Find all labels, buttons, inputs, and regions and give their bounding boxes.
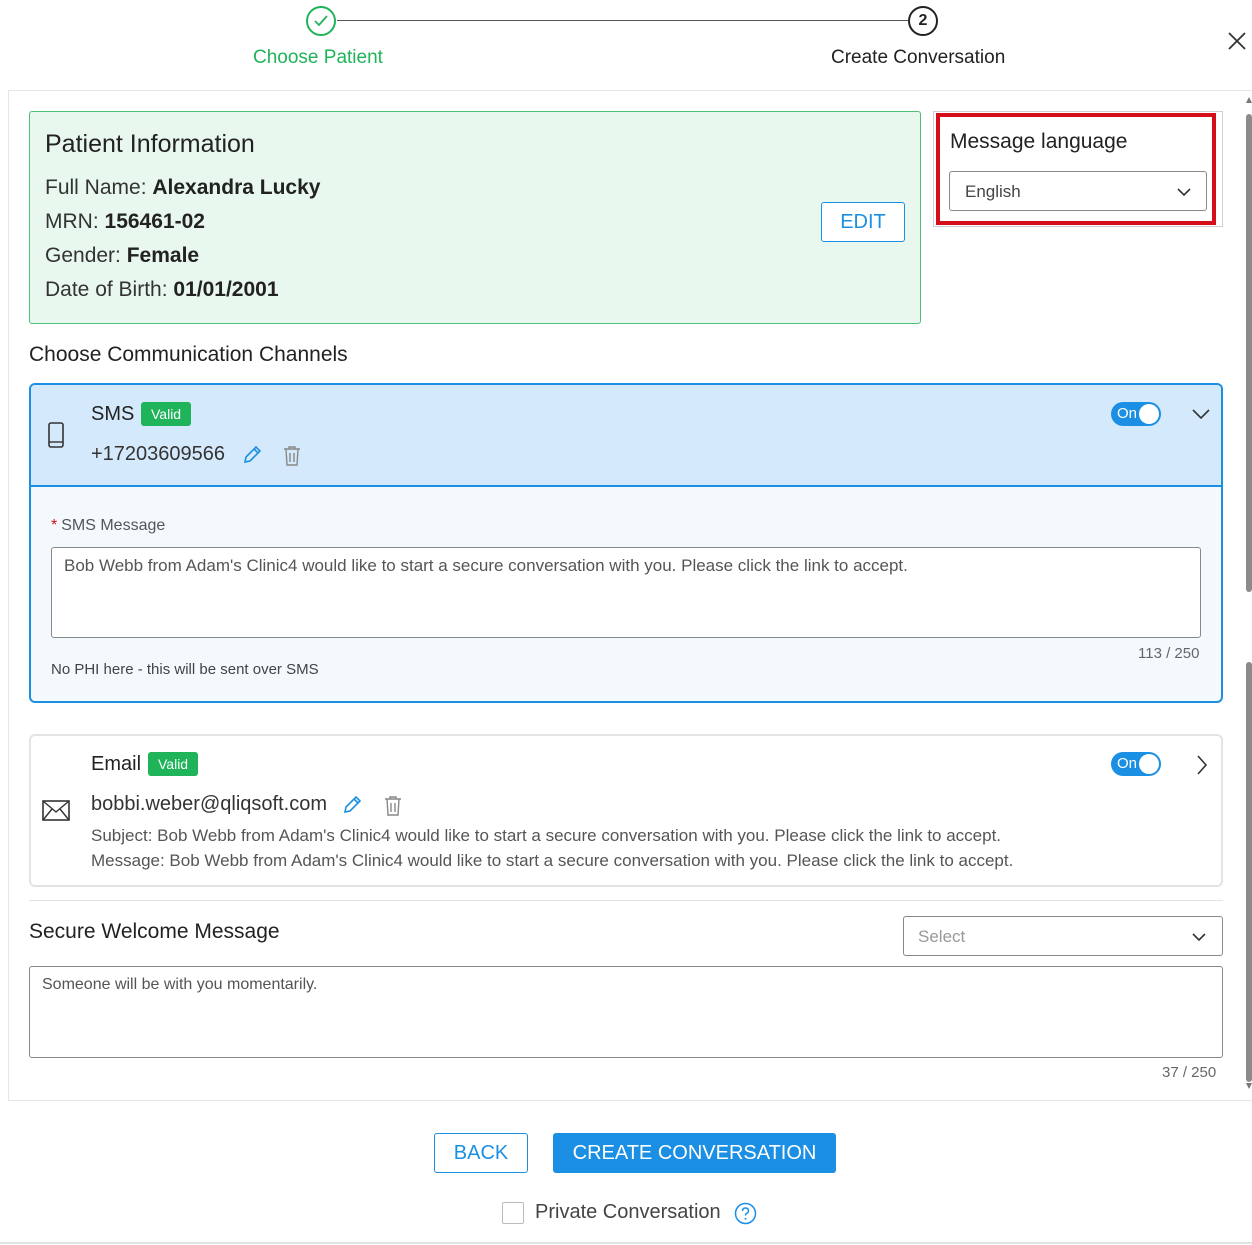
edit-patient-button[interactable]: EDIT [821,202,905,242]
sms-hint: No PHI here - this will be sent over SMS [51,661,319,678]
required-asterisk: * [51,517,58,534]
gender-value: Female [126,244,200,267]
welcome-message-counter: 37 / 250 [1162,1064,1217,1081]
chevron-right-icon[interactable] [1196,755,1208,775]
phone-icon [48,422,64,448]
channels-title: Choose Communication Channels [29,343,348,366]
full-name-label: Full Name: [45,176,147,199]
patient-gender-row: Gender: Female [45,244,199,268]
dob-value: 01/01/2001 [173,278,279,301]
step-2-number: 2 [908,6,938,36]
sms-phone-number: +17203609566 [91,443,226,465]
scroll-down-icon[interactable] [1246,1083,1252,1089]
sms-channel-header[interactable] [31,385,1221,487]
dob-label: Date of Birth: [45,278,168,301]
sms-message-label-text: SMS Message [61,517,166,534]
pencil-icon[interactable] [342,795,362,815]
help-icon[interactable] [734,1202,757,1225]
private-conversation-checkbox[interactable] [502,1202,524,1224]
message-language-value: English [965,182,1021,201]
welcome-message-select[interactable]: Select [903,916,1223,956]
welcome-select-placeholder: Select [918,927,966,946]
message-language-select[interactable]: English [949,171,1207,211]
sms-channel-card [29,383,1223,703]
toggle-knob [1139,404,1159,424]
divider [29,900,1223,901]
envelope-icon [42,800,70,821]
create-conversation-button[interactable]: CREATE CONVERSATION [553,1133,836,1173]
email-toggle[interactable]: On [1111,752,1161,776]
sms-valid-badge: Valid [141,402,192,426]
email-address: bobbi.weber@qliqsoft.com [91,793,327,815]
scrollbar-thumb[interactable] [1246,114,1252,592]
patient-full-name-row: Full Name: Alexandra Lucky [45,176,320,200]
mrn-label: MRN: [45,210,99,233]
email-subject: Subject: Bob Webb from Adam's Clinic4 wo… [91,826,1002,845]
chevron-down-icon [1177,188,1191,197]
patient-dob-row: Date of Birth: 01/01/2001 [45,278,279,302]
sms-toggle[interactable]: On [1111,402,1161,426]
patient-info-title: Patient Information [45,130,255,158]
patient-mrn-row: MRN: 156461-02 [45,210,205,234]
back-button[interactable]: BACK [434,1133,528,1173]
welcome-message-textarea[interactable]: Someone will be with you momentarily. [29,966,1223,1058]
close-icon[interactable] [1226,30,1248,52]
scroll-up-icon[interactable] [1246,97,1252,103]
chevron-down-icon[interactable] [1192,408,1210,420]
trash-icon[interactable] [283,445,301,466]
message-language-title: Message language [950,130,1128,153]
private-conversation-label: Private Conversation [535,1201,721,1223]
sms-toggle-label: On [1117,405,1138,422]
scrollbar-thumb[interactable] [1246,662,1252,1082]
sms-message-textarea[interactable]: Bob Webb from Adam's Clinic4 would like … [51,547,1201,638]
stepper-line [337,20,908,21]
email-channel-name: Email [91,753,142,775]
email-message: Message: Bob Webb from Adam's Clinic4 wo… [91,851,1014,870]
sms-channel-name: SMS [91,403,135,425]
sms-message-counter: 113 / 250 [1138,645,1200,662]
gender-label: Gender: [45,244,121,267]
stepper: 2 Choose Patient Create Conversation [0,0,1252,90]
full-name-value: Alexandra Lucky [152,176,321,199]
welcome-message-title: Secure Welcome Message [29,920,280,943]
footer-divider [0,1242,1252,1244]
email-toggle-label: On [1117,755,1138,772]
step-1-check-icon [306,6,336,36]
trash-icon[interactable] [384,795,402,816]
email-valid-badge: Valid [148,752,199,776]
toggle-knob [1139,754,1159,774]
sms-message-label: * SMS Message [51,517,165,535]
chevron-down-icon [1192,933,1206,942]
pencil-icon[interactable] [242,445,262,465]
step-1-label: Choose Patient [253,47,383,68]
step-2-label: Create Conversation [831,47,1006,68]
mrn-value: 156461-02 [104,210,205,233]
